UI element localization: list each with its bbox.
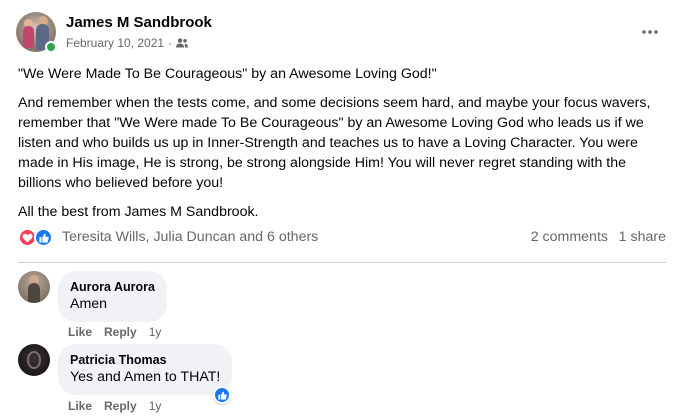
comment-age[interactable]: 1y: [149, 325, 162, 339]
friends-icon: [176, 38, 189, 48]
commenter-name-link[interactable]: Aurora Aurora: [70, 279, 155, 295]
post-header: James M Sandbrook February 10, 2021 ·: [16, 12, 666, 56]
more-dots-icon: [642, 30, 658, 34]
post-date-link[interactable]: February 10, 2021: [66, 36, 164, 50]
comment-like-button[interactable]: Like: [68, 325, 92, 339]
post-body: "We Were Made To Be Courageous" by an Aw…: [18, 64, 658, 231]
comment-bubble: Patricia Thomas Yes and Amen to THAT!: [58, 344, 233, 395]
author-name-link[interactable]: James M Sandbrook: [66, 14, 212, 31]
post-paragraph: "We Were Made To Be Courageous" by an Aw…: [18, 66, 437, 82]
comment-reply-button[interactable]: Reply: [104, 399, 137, 413]
comment-item: Patricia Thomas Yes and Amen to THAT! Li…: [18, 344, 658, 416]
post-paragraph: And remember when the tests come, and so…: [18, 95, 651, 191]
divider: [18, 262, 666, 263]
comment-actions: Like Reply 1y: [68, 325, 161, 339]
like-reaction-icon[interactable]: [213, 386, 231, 404]
reaction-names-link[interactable]: Teresita Wills, Julia Duncan and 6 other…: [62, 229, 318, 245]
like-reaction-icon: [34, 228, 53, 247]
more-options-button[interactable]: [638, 20, 662, 44]
comment-text: Amen: [70, 296, 108, 312]
post-meta: February 10, 2021 ·: [66, 36, 189, 50]
post-paragraph: All the best from James M Sandbrook.: [18, 204, 259, 220]
comment-text: Yes and Amen to THAT!: [70, 369, 221, 385]
reaction-icons[interactable]: [18, 228, 56, 248]
online-status-icon: [45, 41, 57, 53]
commenter-name-link[interactable]: Patricia Thomas: [70, 352, 220, 368]
comment-reply-button[interactable]: Reply: [104, 325, 137, 339]
commenter-avatar[interactable]: [18, 344, 50, 376]
comment-item: Aurora Aurora Amen Like Reply 1y: [18, 271, 658, 341]
comments-count-link[interactable]: 2 comments: [531, 229, 608, 245]
meta-separator: ·: [168, 36, 173, 50]
comment-bubble: Aurora Aurora Amen: [58, 271, 167, 322]
comment-age[interactable]: 1y: [149, 399, 162, 413]
reactions-bar: Teresita Wills, Julia Duncan and 6 other…: [18, 226, 666, 250]
comment-actions: Like Reply 1y: [68, 399, 161, 413]
shares-count-link[interactable]: 1 share: [619, 229, 666, 245]
comment-like-button[interactable]: Like: [68, 399, 92, 413]
commenter-avatar[interactable]: [18, 271, 50, 303]
